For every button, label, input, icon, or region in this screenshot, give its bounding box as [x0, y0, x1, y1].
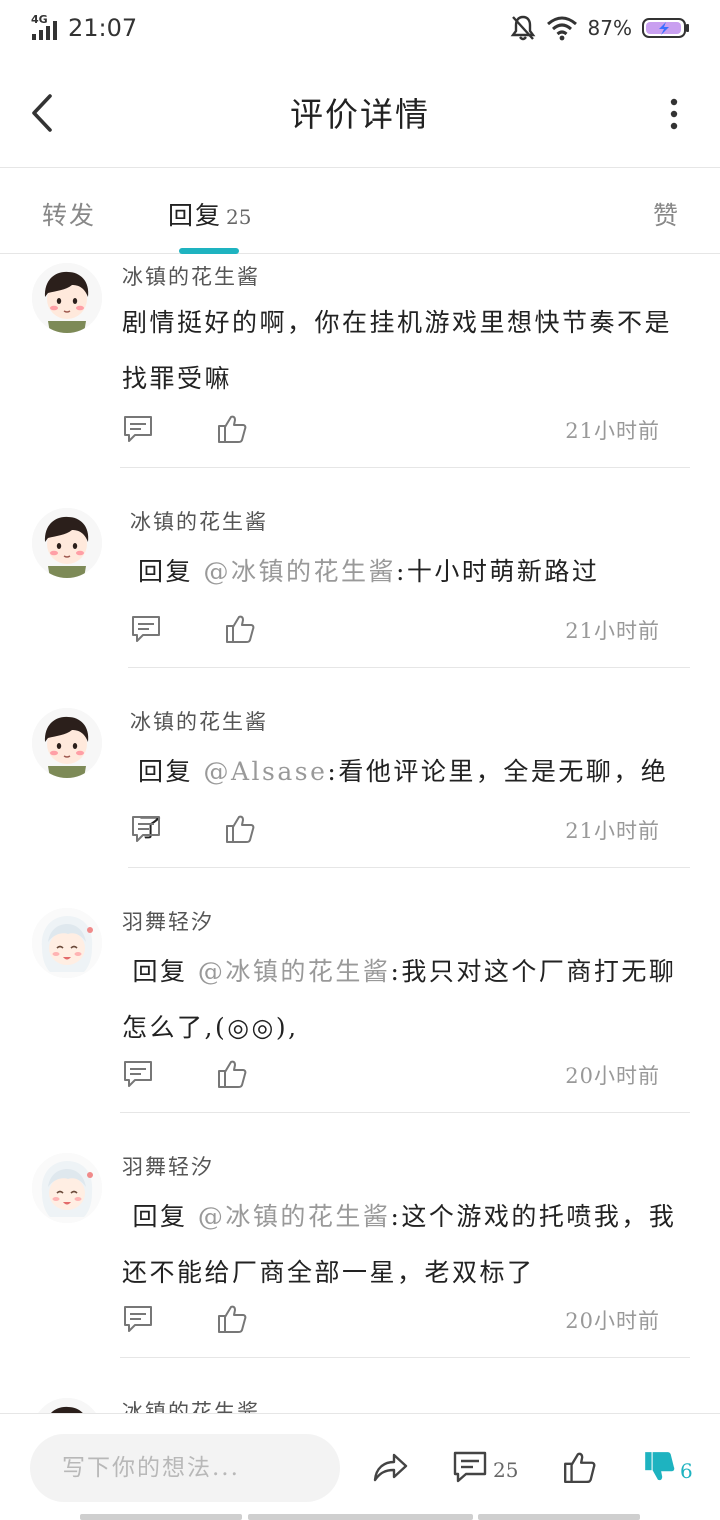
mention-link[interactable]: @冰镇的花生酱 — [198, 1202, 391, 1231]
comment-time: 21小时前 — [565, 619, 660, 643]
reply-icon[interactable] — [122, 1303, 154, 1335]
comment-text-content: :十小时萌新路过 — [395, 557, 600, 586]
comment-text: 回复 @冰镇的花生酱:十小时萌新路过 — [138, 544, 688, 600]
comment-time: 20小时前 — [565, 1309, 660, 1333]
bottom-action-bar: 25 6 — [0, 1413, 720, 1520]
scroll-indicator — [478, 1514, 640, 1520]
comment-actions: 21小时前 — [122, 413, 692, 453]
mention-link[interactable]: @Alsase — [203, 757, 327, 786]
reply-icon[interactable] — [130, 613, 162, 645]
dislike-count: 6 — [680, 1459, 693, 1483]
comment-text: 回复 @冰镇的花生酱:我只对这个厂商打无聊 怎么了,(◎◎), — [122, 944, 688, 1056]
mention-link[interactable]: @冰镇的花生酱 — [198, 957, 391, 986]
comment-text: 剧情挺好的啊，你在挂机游戏里想快节奏不是 找罪受嘛 — [122, 295, 688, 407]
girl-avatar[interactable] — [32, 1153, 102, 1223]
comment-item: 羽舞轻汐 回复 @冰镇的花生酱:我只对这个厂商打无聊 怎么了,(◎◎), 20小… — [0, 868, 720, 1113]
comment-text-line: 找罪受嘛 — [122, 364, 233, 393]
tab-reply-label: 回复 — [168, 201, 223, 230]
boy-avatar[interactable] — [32, 1398, 102, 1413]
boy-avatar[interactable] — [32, 508, 102, 578]
comment-text: 回复 @冰镇的花生酱:这个游戏的托喷我，我 还不能给厂商全部一星，老双标了 — [122, 1189, 688, 1301]
comment-input[interactable] — [30, 1434, 340, 1502]
wifi-icon — [546, 16, 577, 41]
comment-author[interactable]: 冰镇的花生酱 — [130, 706, 268, 736]
thumbs-down-icon[interactable] — [642, 1450, 676, 1484]
comment-actions: 20小时前 — [122, 1058, 692, 1098]
thumbs-up-icon[interactable] — [224, 613, 256, 645]
share-icon[interactable] — [372, 1450, 408, 1484]
network-type: 4G — [31, 13, 48, 26]
reply-prefix: 回复 — [132, 1202, 188, 1231]
status-bar: 4G 21:07 87% — [0, 0, 720, 58]
comment-time: 21小时前 — [565, 819, 660, 843]
comment-item: 冰镇的花生酱 — [0, 1358, 720, 1413]
reply-icon[interactable] — [130, 813, 162, 845]
reply-icon[interactable] — [122, 413, 154, 445]
thumbs-up-icon[interactable] — [224, 813, 256, 845]
tab-bar: 转发 回复 25 赞 — [0, 168, 720, 254]
comment-author[interactable]: 冰镇的花生酱 — [122, 1396, 260, 1413]
reply-prefix: 回复 — [132, 957, 188, 986]
cellular-signal-icon: 4G — [31, 13, 57, 40]
battery-percent: 87% — [587, 16, 632, 40]
comment-text-content: :这个游戏的托喷我，我 — [390, 1202, 677, 1231]
comment-item: 冰镇的花生酱 回复 @Alsase:看他评论里，全是无聊，绝了 21小时前 — [0, 668, 720, 868]
comment-item: 羽舞轻汐 回复 @冰镇的花生酱:这个游戏的托喷我，我 还不能给厂商全部一星，老双… — [0, 1113, 720, 1358]
comment-list[interactable]: 冰镇的花生酱 剧情挺好的啊，你在挂机游戏里想快节奏不是 找罪受嘛 21小时前 冰… — [0, 255, 720, 1413]
mention-link[interactable]: @冰镇的花生酱 — [203, 557, 396, 586]
comment-text-line: 怎么了,(◎◎), — [122, 1013, 299, 1042]
thumbs-up-icon[interactable] — [216, 1058, 248, 1090]
comment-actions: 21小时前 — [130, 613, 692, 653]
comment-time: 20小时前 — [565, 1064, 660, 1088]
reply-prefix: 回复 — [138, 557, 194, 586]
battery-charging-icon — [642, 18, 689, 38]
reply-icon[interactable] — [122, 1058, 154, 1090]
comment-text-line: 剧情挺好的啊，你在挂机游戏里想快节奏不是 — [122, 308, 673, 337]
page-title: 评价详情 — [290, 95, 430, 134]
more-options-icon[interactable] — [664, 94, 684, 134]
girl-avatar[interactable] — [32, 908, 102, 978]
comment-item: 冰镇的花生酱 回复 @冰镇的花生酱:十小时萌新路过 21小时前 — [0, 468, 720, 668]
comment-time: 21小时前 — [565, 419, 660, 443]
comment-item: 冰镇的花生酱 剧情挺好的啊，你在挂机游戏里想快节奏不是 找罪受嘛 21小时前 — [0, 255, 720, 468]
comment-author[interactable]: 羽舞轻汐 — [122, 1151, 214, 1181]
status-icons: 87% — [510, 12, 690, 44]
boy-avatar[interactable] — [32, 708, 102, 778]
thumbs-up-icon[interactable] — [216, 413, 248, 445]
comment-icon[interactable] — [452, 1450, 488, 1484]
comment-text-line: 回复 @冰镇的花生酱:十小时萌新路过 — [138, 544, 688, 600]
comment-text-line: 还不能给厂商全部一星，老双标了 — [122, 1258, 535, 1287]
scroll-indicator — [80, 1514, 242, 1520]
comment-text-content: :我只对这个厂商打无聊 — [390, 957, 677, 986]
tab-forward[interactable]: 转发 — [42, 196, 96, 232]
comment-text-line: 回复 @冰镇的花生酱:这个游戏的托喷我，我 — [122, 1189, 688, 1245]
comment-author[interactable]: 冰镇的花生酱 — [130, 506, 268, 536]
scroll-indicator — [248, 1514, 473, 1520]
comment-count: 25 — [493, 1458, 519, 1482]
tab-reply-count: 25 — [226, 205, 252, 229]
comment-author[interactable]: 冰镇的花生酱 — [122, 261, 260, 291]
reply-prefix: 回复 — [138, 757, 194, 786]
tab-reply[interactable]: 回复 25 — [168, 196, 251, 232]
top-app-bar: 评价详情 — [0, 58, 720, 168]
clock: 21:07 — [68, 14, 138, 42]
thumbs-up-icon[interactable] — [216, 1303, 248, 1335]
thumbs-up-icon[interactable] — [562, 1450, 596, 1484]
comment-author[interactable]: 羽舞轻汐 — [122, 906, 214, 936]
boy-avatar[interactable] — [32, 263, 102, 333]
tab-like[interactable]: 赞 — [653, 196, 680, 232]
bell-muted-icon — [510, 15, 535, 41]
active-tab-indicator — [179, 248, 239, 254]
comment-actions: 21小时前 — [130, 813, 692, 853]
comment-text-line: 回复 @冰镇的花生酱:我只对这个厂商打无聊 — [122, 944, 688, 1000]
comment-actions: 20小时前 — [122, 1303, 692, 1343]
